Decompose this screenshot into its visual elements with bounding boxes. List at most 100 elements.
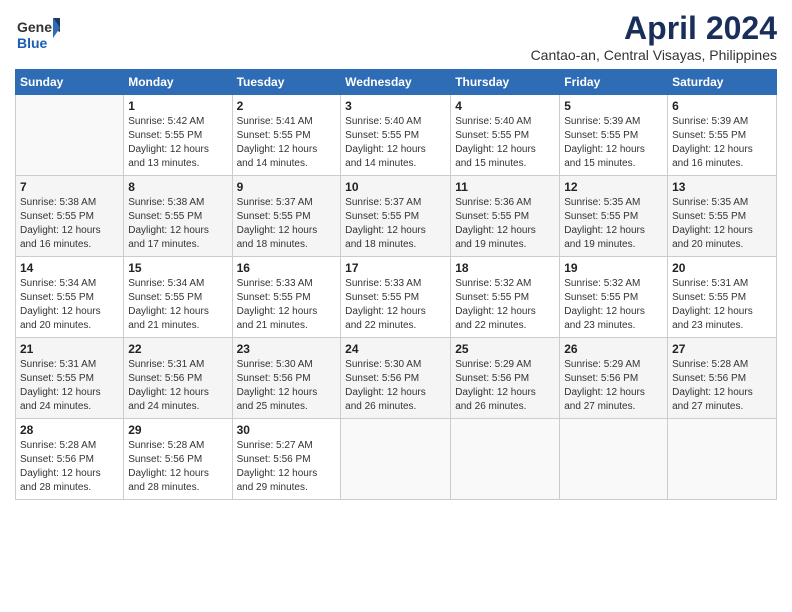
calendar-week-row: 21Sunrise: 5:31 AM Sunset: 5:55 PM Dayli… — [16, 338, 777, 419]
day-detail: Sunrise: 5:33 AM Sunset: 5:55 PM Dayligh… — [345, 277, 446, 333]
day-detail: Sunrise: 5:34 AM Sunset: 5:55 PM Dayligh… — [20, 277, 119, 333]
calendar-day-cell: 14 Sunrise: 5:34 AM Sunset: 5:55 PM Dayli… — [16, 257, 124, 338]
day-number: 27 — [672, 342, 772, 356]
svg-text:Blue: Blue — [17, 35, 48, 51]
calendar-day-cell: 3Sunrise: 5:40 AM Sunset: 5:55 PM Daylig… — [341, 95, 451, 176]
calendar-day-cell: 9 Sunrise: 5:37 AM Sunset: 5:55 PM Daylig… — [232, 176, 341, 257]
day-number: 20 — [672, 261, 772, 275]
location-subtitle: Cantao-an, Central Visayas, Philippines — [531, 47, 777, 63]
day-detail: Sunrise: 5:35 AM Sunset: 5:55 PM Dayligh… — [672, 196, 772, 252]
day-detail: Sunrise: 5:28 AM Sunset: 5:56 PM Dayligh… — [672, 358, 772, 414]
day-number: 25 — [455, 342, 555, 356]
day-detail: Sunrise: 5:37 AM Sunset: 5:55 PM Dayligh… — [345, 196, 446, 252]
day-detail: Sunrise: 5:29 AM Sunset: 5:56 PM Dayligh… — [455, 358, 555, 414]
day-detail: Sunrise: 5:31 AM Sunset: 5:56 PM Dayligh… — [128, 358, 227, 414]
calendar-day-cell: 4 Sunrise: 5:40 AM Sunset: 5:55 PM Daylig… — [451, 95, 560, 176]
day-of-week-header: Saturday — [668, 70, 777, 95]
day-detail: Sunrise: 5:31 AM Sunset: 5:55 PM Dayligh… — [672, 277, 772, 333]
day-detail: Sunrise: 5:39 AM Sunset: 5:55 PM Dayligh… — [672, 115, 772, 171]
day-number: 7 — [20, 180, 119, 194]
day-of-week-header: Wednesday — [341, 70, 451, 95]
day-number: 19 — [564, 261, 663, 275]
calendar-day-cell — [668, 419, 777, 500]
day-detail: Sunrise: 5:32 AM Sunset: 5:55 PM Dayligh… — [455, 277, 555, 333]
day-number: 18 — [455, 261, 555, 275]
day-number: 28 — [20, 423, 119, 437]
day-detail: Sunrise: 5:28 AM Sunset: 5:56 PM Dayligh… — [128, 439, 227, 495]
day-number: 17 — [345, 261, 446, 275]
day-number: 15 — [128, 261, 227, 275]
day-number: 3 — [345, 99, 446, 113]
logo-graphic: General Blue — [15, 10, 60, 60]
day-detail: Sunrise: 5:37 AM Sunset: 5:55 PM Dayligh… — [237, 196, 337, 252]
calendar-table: SundayMondayTuesdayWednesdayThursdayFrid… — [15, 69, 777, 500]
day-number: 30 — [237, 423, 337, 437]
day-detail: Sunrise: 5:34 AM Sunset: 5:55 PM Dayligh… — [128, 277, 227, 333]
title-area: April 2024 Cantao-an, Central Visayas, P… — [531, 10, 777, 63]
day-number: 9 — [237, 180, 337, 194]
logo: General Blue — [15, 10, 60, 60]
day-number: 29 — [128, 423, 227, 437]
day-number: 8 — [128, 180, 227, 194]
day-detail: Sunrise: 5:33 AM Sunset: 5:55 PM Dayligh… — [237, 277, 337, 333]
day-number: 6 — [672, 99, 772, 113]
calendar-day-cell: 20 Sunrise: 5:31 AM Sunset: 5:55 PM Dayli… — [668, 257, 777, 338]
calendar-day-cell: 23 Sunrise: 5:30 AM Sunset: 5:56 PM Dayli… — [232, 338, 341, 419]
day-detail: Sunrise: 5:42 AM Sunset: 5:55 PM Dayligh… — [128, 115, 227, 171]
calendar-day-cell: 7 Sunrise: 5:38 AM Sunset: 5:55 PM Daylig… — [16, 176, 124, 257]
day-number: 11 — [455, 180, 555, 194]
day-number: 13 — [672, 180, 772, 194]
day-detail: Sunrise: 5:38 AM Sunset: 5:55 PM Dayligh… — [20, 196, 119, 252]
day-detail: Sunrise: 5:38 AM Sunset: 5:55 PM Dayligh… — [128, 196, 227, 252]
calendar-day-cell: 2 Sunrise: 5:41 AM Sunset: 5:55 PM Daylig… — [232, 95, 341, 176]
day-number: 4 — [455, 99, 555, 113]
day-number: 12 — [564, 180, 663, 194]
day-number: 2 — [237, 99, 337, 113]
day-number: 1 — [128, 99, 227, 113]
page-header: General Blue April 2024 Cantao-an, Centr… — [15, 10, 777, 63]
day-of-week-header: Friday — [560, 70, 668, 95]
calendar-day-cell: 8 Sunrise: 5:38 AM Sunset: 5:55 PM Daylig… — [124, 176, 232, 257]
calendar-day-cell: 30 Sunrise: 5:27 AM Sunset: 5:56 PM Dayli… — [232, 419, 341, 500]
calendar-week-row: 28 Sunrise: 5:28 AM Sunset: 5:56 PM Dayli… — [16, 419, 777, 500]
day-detail: Sunrise: 5:41 AM Sunset: 5:55 PM Dayligh… — [237, 115, 337, 171]
calendar-day-cell: 21Sunrise: 5:31 AM Sunset: 5:55 PM Dayli… — [16, 338, 124, 419]
calendar-day-cell: 29 Sunrise: 5:28 AM Sunset: 5:56 PM Dayli… — [124, 419, 232, 500]
day-number: 14 — [20, 261, 119, 275]
calendar-day-cell: 24Sunrise: 5:30 AM Sunset: 5:56 PM Dayli… — [341, 338, 451, 419]
day-of-week-header: Thursday — [451, 70, 560, 95]
day-detail: Sunrise: 5:30 AM Sunset: 5:56 PM Dayligh… — [237, 358, 337, 414]
day-number: 10 — [345, 180, 446, 194]
day-number: 26 — [564, 342, 663, 356]
calendar-day-cell — [341, 419, 451, 500]
day-detail: Sunrise: 5:32 AM Sunset: 5:55 PM Dayligh… — [564, 277, 663, 333]
calendar-day-cell: 10 Sunrise: 5:37 AM Sunset: 5:55 PM Dayli… — [341, 176, 451, 257]
calendar-day-cell: 27 Sunrise: 5:28 AM Sunset: 5:56 PM Dayli… — [668, 338, 777, 419]
calendar-day-cell: 13 Sunrise: 5:35 AM Sunset: 5:55 PM Dayli… — [668, 176, 777, 257]
day-detail: Sunrise: 5:27 AM Sunset: 5:56 PM Dayligh… — [237, 439, 337, 495]
day-of-week-header: Sunday — [16, 70, 124, 95]
calendar-day-cell: 25 Sunrise: 5:29 AM Sunset: 5:56 PM Dayli… — [451, 338, 560, 419]
calendar-day-cell: 5Sunrise: 5:39 AM Sunset: 5:55 PM Daylig… — [560, 95, 668, 176]
calendar-day-cell — [560, 419, 668, 500]
day-of-week-header: Tuesday — [232, 70, 341, 95]
calendar-day-cell: 26 Sunrise: 5:29 AM Sunset: 5:56 PM Dayli… — [560, 338, 668, 419]
calendar-day-cell: 17 Sunrise: 5:33 AM Sunset: 5:55 PM Dayli… — [341, 257, 451, 338]
calendar-day-cell: 28 Sunrise: 5:28 AM Sunset: 5:56 PM Dayli… — [16, 419, 124, 500]
month-title: April 2024 — [531, 10, 777, 47]
day-detail: Sunrise: 5:40 AM Sunset: 5:55 PM Dayligh… — [455, 115, 555, 171]
calendar-header-row: SundayMondayTuesdayWednesdayThursdayFrid… — [16, 70, 777, 95]
calendar-day-cell: 12Sunrise: 5:35 AM Sunset: 5:55 PM Dayli… — [560, 176, 668, 257]
calendar-day-cell — [451, 419, 560, 500]
day-detail: Sunrise: 5:28 AM Sunset: 5:56 PM Dayligh… — [20, 439, 119, 495]
day-number: 24 — [345, 342, 446, 356]
calendar-day-cell: 1 Sunrise: 5:42 AM Sunset: 5:55 PM Daylig… — [124, 95, 232, 176]
calendar-week-row: 7 Sunrise: 5:38 AM Sunset: 5:55 PM Daylig… — [16, 176, 777, 257]
calendar-day-cell: 6 Sunrise: 5:39 AM Sunset: 5:55 PM Daylig… — [668, 95, 777, 176]
day-number: 16 — [237, 261, 337, 275]
calendar-day-cell: 19 Sunrise: 5:32 AM Sunset: 5:55 PM Dayli… — [560, 257, 668, 338]
day-detail: Sunrise: 5:29 AM Sunset: 5:56 PM Dayligh… — [564, 358, 663, 414]
day-number: 21 — [20, 342, 119, 356]
day-number: 23 — [237, 342, 337, 356]
calendar-day-cell: 16 Sunrise: 5:33 AM Sunset: 5:55 PM Dayli… — [232, 257, 341, 338]
